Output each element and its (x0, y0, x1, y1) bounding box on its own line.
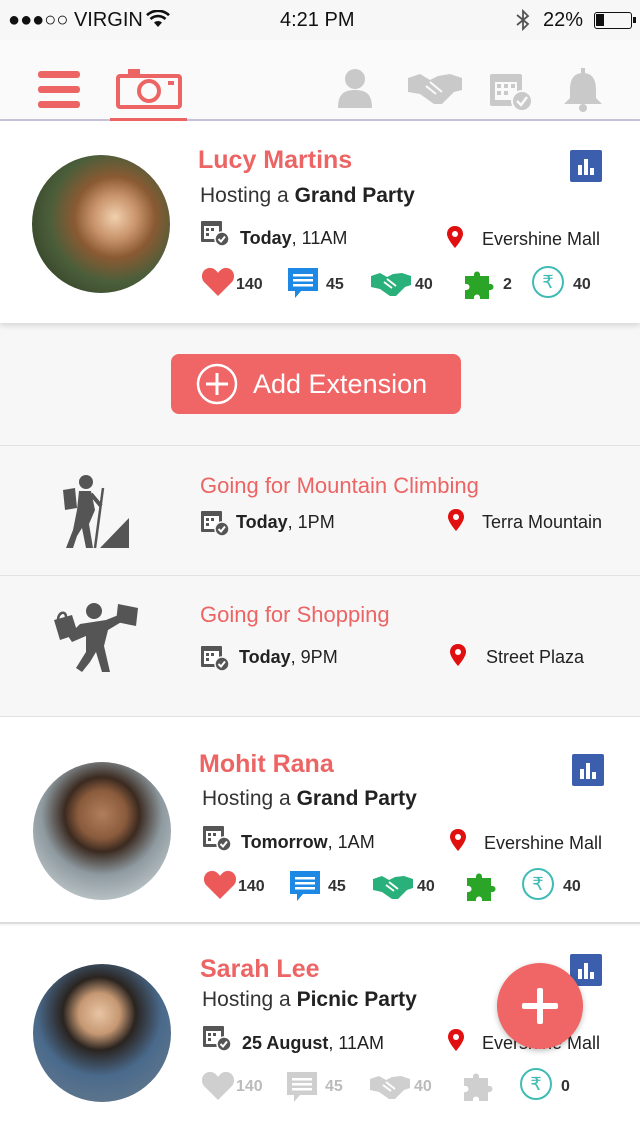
stats-chart-icon[interactable] (570, 150, 602, 182)
extension-time: Today, 9PM (239, 647, 338, 667)
handshake-icon[interactable] (371, 271, 411, 297)
puzzle-icon[interactable] (463, 267, 497, 301)
handshake-icon[interactable] (373, 874, 413, 900)
hosting-line: Hosting a Grand Party (202, 787, 417, 810)
clock-text: 4:21 PM (280, 9, 355, 31)
avatar (32, 155, 170, 293)
event-card[interactable]: Mohit Rana Hosting a Grand Party Tomorro… (0, 716, 640, 924)
stats-chart-icon[interactable] (572, 754, 604, 786)
add-event-fab[interactable] (497, 963, 583, 1049)
hosting-line: Hosting a Picnic Party (202, 988, 417, 1011)
comment-icon[interactable] (289, 870, 321, 902)
comments-count: 45 (328, 878, 346, 895)
location-pin-icon (450, 829, 466, 851)
hiker-icon (63, 475, 129, 549)
battery-percent: 22% (543, 9, 584, 31)
status-bar: ●●●○○ VIRGIN 4:21 PM 22% (0, 0, 640, 40)
puzzle-icon[interactable] (462, 1069, 496, 1103)
heart-icon[interactable] (201, 1071, 235, 1101)
rupees-count: 0 (561, 1078, 570, 1095)
comments-count: 45 (326, 276, 344, 293)
shopper-icon (54, 603, 138, 672)
location-pin-icon (448, 1029, 464, 1051)
rupees-count: 40 (563, 878, 581, 895)
heart-icon[interactable] (203, 870, 237, 900)
person-icon[interactable] (336, 68, 374, 108)
app-screen: ●●●○○ VIRGIN 4:21 PM 22% Lucy Martins Ho… (0, 0, 640, 1136)
plus-icon (522, 988, 558, 1024)
calendar-check-icon (203, 826, 232, 851)
wifi-icon (146, 10, 170, 27)
add-extension-button[interactable]: Add Extension (171, 354, 461, 414)
event-time: Tomorrow, 1AM (241, 832, 375, 852)
camera-icon[interactable] (116, 66, 182, 110)
extension-venue: Street Plaza (486, 647, 585, 667)
handshakes-count: 40 (417, 878, 435, 895)
likes-count: 140 (236, 1078, 263, 1095)
heart-icon[interactable] (201, 267, 235, 297)
likes-count: 140 (238, 878, 265, 895)
event-card[interactable]: Lucy Martins Hosting a Grand Party Today… (0, 121, 640, 323)
calendar-check-icon (203, 1026, 232, 1051)
puzzle-icon[interactable] (465, 869, 499, 903)
rupee-icon[interactable]: ₹ (522, 868, 554, 900)
rupee-icon[interactable]: ₹ (520, 1068, 552, 1100)
handshakes-count: 40 (415, 276, 433, 293)
bluetooth-icon (516, 9, 530, 31)
extension-title: Going for Mountain Climbing (200, 473, 479, 498)
handshake-icon[interactable] (370, 1074, 410, 1100)
rupees-count: 40 (573, 276, 591, 293)
handshake-icon[interactable] (408, 70, 462, 106)
calendar-check-icon[interactable] (488, 68, 534, 112)
carrier-text: ●●●○○ VIRGIN (8, 9, 143, 31)
host-name[interactable]: Mohit Rana (199, 750, 334, 779)
plus-circle-icon (196, 363, 238, 405)
calendar-check-icon (201, 511, 230, 536)
event-time: 25 August, 11AM (242, 1033, 385, 1053)
bell-icon[interactable] (562, 68, 604, 112)
rupee-icon[interactable]: ₹ (532, 266, 564, 298)
calendar-check-icon (201, 221, 230, 246)
location-pin-icon (448, 509, 464, 531)
handshakes-count: 40 (414, 1078, 432, 1095)
avatar (33, 762, 171, 900)
comments-count: 45 (325, 1078, 343, 1095)
comment-icon[interactable] (286, 1071, 318, 1103)
extension-item[interactable]: Going for Shopping Today, 9PM Street Pla… (0, 576, 640, 704)
puzzles-count: 2 (503, 276, 512, 293)
hosting-line: Hosting a Grand Party (200, 184, 415, 207)
host-name[interactable]: Sarah Lee (200, 955, 320, 984)
extension-time: Today, 1PM (236, 512, 335, 532)
extension-venue: Terra Mountain (482, 512, 603, 532)
host-name[interactable]: Lucy Martins (198, 146, 352, 175)
top-nav (0, 40, 640, 122)
comment-icon[interactable] (287, 267, 319, 299)
battery-icon (594, 12, 636, 29)
location-pin-icon (447, 226, 463, 248)
avatar (33, 964, 171, 1102)
add-extension-label: Add Extension (253, 369, 428, 399)
menu-icon[interactable] (38, 71, 80, 109)
event-venue: Evershine Mall (484, 833, 603, 853)
event-time: Today, 11AM (240, 228, 348, 248)
likes-count: 140 (236, 276, 263, 293)
extension-title: Going for Shopping (200, 602, 390, 627)
extension-item[interactable]: Going for Mountain Climbing Today, 1PM T… (0, 446, 640, 574)
location-pin-icon (450, 644, 466, 666)
event-venue: Evershine Mall (482, 229, 601, 249)
calendar-check-icon (201, 646, 230, 671)
